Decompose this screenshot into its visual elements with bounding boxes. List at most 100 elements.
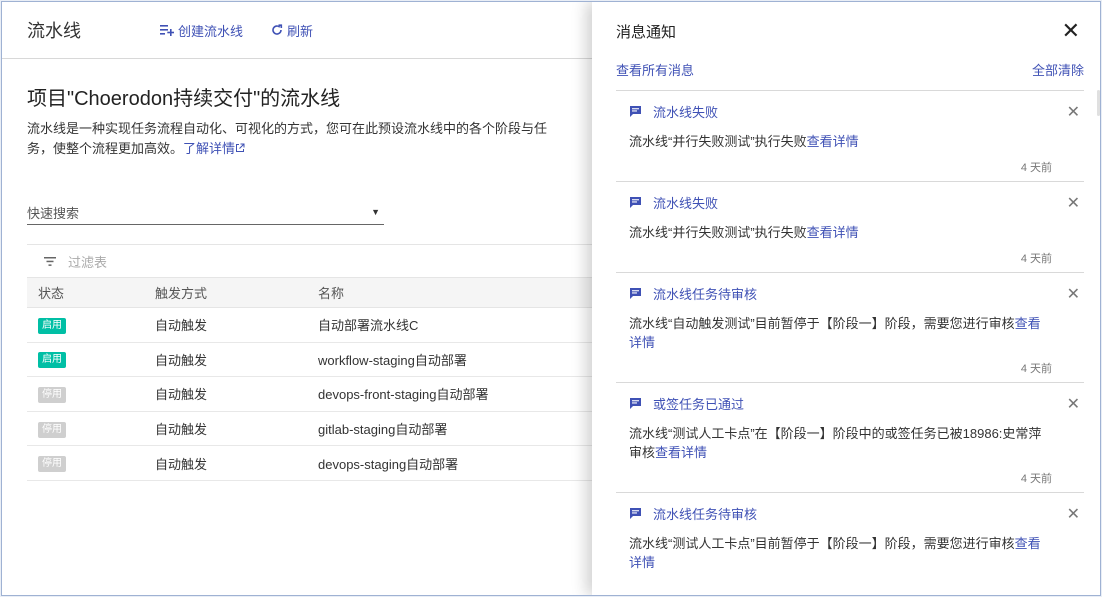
drawer-actions: 查看所有消息 全部清除 [592,60,1100,80]
table-header: 状态 触发方式 名称 [27,278,602,308]
notification-header: 或签任务已通过 [616,395,1084,412]
notification-title: 流水线失败 [653,195,719,211]
close-icon[interactable]: ✕ [1062,20,1080,42]
notification-time: 4 天前 [1020,363,1052,375]
name-cell: workflow-staging自动部署 [318,352,467,368]
table-filter[interactable]: 过滤表 [27,244,602,278]
dismiss-icon[interactable]: ✕ [1067,102,1080,122]
notification-card[interactable]: 流水线任务待审核 ✕ 流水线“测试人工卡点”目前暂停于【阶段一】阶段，需要您进行… [616,492,1084,572]
quick-search-select[interactable]: 快速搜索 ▼ [27,200,384,225]
drawer-header: 消息通知 ✕ [592,2,1100,60]
dismiss-icon[interactable]: ✕ [1067,193,1080,213]
trigger-cell: 自动触发 [155,456,208,472]
notification-title: 流水线任务待审核 [653,286,758,302]
notification-header: 流水线任务待审核 [616,505,1084,522]
status-badge: 启用 [38,317,66,334]
table-row[interactable]: 启用 自动触发 自动部署流水线C [27,308,602,343]
notification-drawer: 消息通知 ✕ 查看所有消息 全部清除 流水线失败 ✕ 流水线“并行失败测试”执行… [592,2,1100,595]
column-trigger[interactable]: 触发方式 [155,283,318,302]
notification-card[interactable]: 或签任务已通过 ✕ 流水线“测试人工卡点”在【阶段一】阶段中的或签任务已被189… [616,382,1084,492]
notification-list: 流水线失败 ✕ 流水线“并行失败测试”执行失败查看详情 4 天前 流水线失败 ✕… [616,90,1084,572]
drawer-title: 消息通知 [616,23,677,41]
notification-text: 流水线“并行失败测试”执行失败 [629,225,807,240]
notification-time: 4 天前 [1020,253,1052,265]
notification-card[interactable]: 流水线任务待审核 ✕ 流水线“自动触发测试”目前暂停于【阶段一】阶段，需要您进行… [616,272,1084,382]
trigger-cell: 自动触发 [155,352,208,368]
status-cell: 停用 [27,420,155,438]
dismiss-icon[interactable]: ✕ [1067,394,1080,414]
clear-all-link[interactable]: 全部清除 [1032,60,1084,80]
table-row[interactable]: 停用 自动触发 gitlab-staging自动部署 [27,412,602,447]
page-heading: 项目"Choerodon持续交付"的流水线 [27,88,341,110]
trigger-cell: 自动触发 [155,387,208,403]
status-cell: 停用 [27,385,155,403]
learn-more-link[interactable]: 了解详情 [183,141,245,156]
status-cell: 启用 [27,350,155,369]
notification-body: 流水线“测试人工卡点”在【阶段一】阶段中的或签任务已被18986:史常萍审核查看… [616,411,1084,462]
notification-header: 流水线失败 [616,103,1084,120]
table-row[interactable]: 停用 自动触发 devops-staging自动部署 [27,446,602,481]
drawer-scrollbar[interactable] [1097,90,1100,116]
dismiss-icon[interactable]: ✕ [1067,504,1080,524]
page-title: 流水线 [27,21,81,41]
refresh-button[interactable]: 刷新 [271,21,313,40]
pipeline-table: 状态 触发方式 名称 启用 自动触发 自动部署流水线C 启用 自动触发 work… [27,278,602,481]
app-frame: 流水线 创建流水线 刷新 项目"Choerodon持续交付"的流水线 流水线是一… [1,1,1101,596]
create-pipeline-label: 创建流水线 [178,23,244,39]
dismiss-icon[interactable]: ✕ [1067,284,1080,304]
name-cell: devops-front-staging自动部署 [318,387,489,403]
name-cell: gitlab-staging自动部署 [318,422,448,438]
table-row[interactable]: 启用 自动触发 workflow-staging自动部署 [27,343,602,378]
message-icon [629,397,642,410]
notification-card[interactable]: 流水线失败 ✕ 流水线“并行失败测试”执行失败查看详情 4 天前 [616,181,1084,272]
notification-text: 流水线“自动触发测试”目前暂停于【阶段一】阶段，需要您进行审核 [629,316,1015,331]
pipeline-page: 流水线 创建流水线 刷新 项目"Choerodon持续交付"的流水线 流水线是一… [2,2,602,595]
caret-down-icon: ▼ [371,207,380,217]
notification-text: 流水线“测试人工卡点”目前暂停于【阶段一】阶段，需要您进行审核 [629,536,1015,551]
message-icon [629,105,642,118]
notification-card[interactable]: 流水线失败 ✕ 流水线“并行失败测试”执行失败查看详情 4 天前 [616,90,1084,181]
table-row[interactable]: 停用 自动触发 devops-front-staging自动部署 [27,377,602,412]
name-cell: 自动部署流水线C [318,318,419,334]
notification-body: 流水线“测试人工卡点”目前暂停于【阶段一】阶段，需要您进行审核查看详情 [616,521,1084,572]
notification-title: 或签任务已通过 [653,396,745,412]
view-detail-link[interactable]: 查看详情 [807,134,859,149]
refresh-label: 刷新 [287,23,314,39]
status-cell: 启用 [27,316,155,334]
view-detail-link[interactable]: 查看详情 [655,445,707,460]
description-text: 流水线是一种实现任务流程自动化、可视化的方式，您可在此预设流水线中的各个阶段与任… [27,121,548,156]
refresh-icon [271,24,283,36]
column-status[interactable]: 状态 [27,283,155,302]
name-cell: devops-staging自动部署 [318,456,459,472]
notification-body: 流水线“并行失败测试”执行失败查看详情 [616,119,1084,151]
trigger-cell: 自动触发 [155,318,208,334]
trigger-cell: 自动触发 [155,422,208,438]
external-link-icon [235,141,245,156]
notification-header: 流水线任务待审核 [616,285,1084,302]
quick-search-placeholder: 快速搜索 [27,205,80,221]
message-icon [629,287,642,300]
filter-placeholder: 过滤表 [68,254,108,270]
create-pipeline-button[interactable]: 创建流水线 [160,21,243,40]
message-icon [629,196,642,209]
column-name[interactable]: 名称 [318,283,602,302]
notification-time: 4 天前 [1020,162,1052,174]
notification-body: 流水线“并行失败测试”执行失败查看详情 [616,210,1084,242]
notification-time: 4 天前 [1020,473,1052,485]
message-icon [629,507,642,520]
playlist-add-icon [160,24,174,36]
status-cell: 停用 [27,454,155,473]
notification-title: 流水线失败 [653,104,719,120]
page-description: 流水线是一种实现任务流程自动化、可视化的方式，您可在此预设流水线中的各个阶段与任… [27,119,547,159]
status-badge: 停用 [38,386,66,403]
view-all-messages-link[interactable]: 查看所有消息 [616,60,694,80]
notification-text: 流水线“并行失败测试”执行失败 [629,134,807,149]
page-header: 流水线 创建流水线 刷新 [2,2,602,59]
notification-header: 流水线失败 [616,194,1084,211]
notification-body: 流水线“自动触发测试”目前暂停于【阶段一】阶段，需要您进行审核查看详情 [616,301,1084,352]
view-detail-link[interactable]: 查看详情 [807,225,859,240]
notification-title: 流水线任务待审核 [653,506,758,522]
status-badge: 停用 [38,421,66,438]
learn-more-label: 了解详情 [183,141,236,156]
status-badge: 启用 [38,352,66,369]
